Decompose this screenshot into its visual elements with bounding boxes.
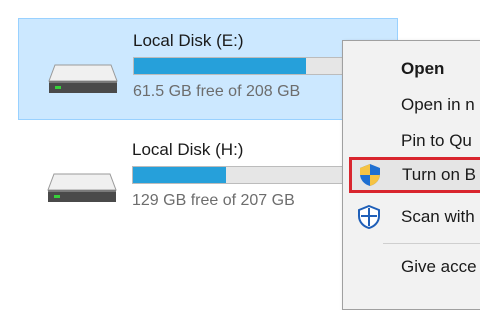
menu-item-label: Turn on B <box>402 165 477 184</box>
menu-item-turn-on-bitlocker[interactable]: Turn on B <box>349 157 480 193</box>
drive-item-e[interactable]: Local Disk (E:) 61.5 GB free of 208 GB <box>18 18 398 120</box>
drive-usage-fill <box>133 167 227 183</box>
defender-icon <box>358 205 380 229</box>
drive-name: Local Disk (H:) <box>132 140 244 159</box>
hard-drive-icon <box>48 64 118 93</box>
shield-icon <box>360 164 380 186</box>
hard-drive-icon <box>47 173 117 202</box>
menu-item-label: Open <box>401 59 445 78</box>
drive-usage-fill <box>134 58 307 74</box>
menu-item-open[interactable]: Open <box>343 51 480 87</box>
menu-separator <box>383 243 480 244</box>
menu-item-label: Pin to Qu <box>401 131 472 150</box>
menu-item-scan-with-defender[interactable]: Scan with <box>343 199 480 235</box>
context-menu: Open Open in n Pin to Qu Turn on B Scan … <box>342 40 480 310</box>
menu-item-label: Give acce <box>401 257 477 276</box>
drive-item-h[interactable]: Local Disk (H:) 129 GB free of 207 GB <box>18 128 398 230</box>
menu-item-label: Open in n <box>401 95 475 114</box>
drive-free-space: 61.5 GB free of 208 GB <box>133 83 301 100</box>
menu-item-open-in-new[interactable]: Open in n <box>343 87 480 123</box>
drive-name: Local Disk (E:) <box>133 31 244 50</box>
menu-item-give-access[interactable]: Give acce <box>343 249 480 285</box>
drive-free-space: 129 GB free of 207 GB <box>132 192 295 209</box>
menu-item-label: Scan with <box>401 207 475 226</box>
menu-item-pin-to-quick-access[interactable]: Pin to Qu <box>343 123 480 159</box>
